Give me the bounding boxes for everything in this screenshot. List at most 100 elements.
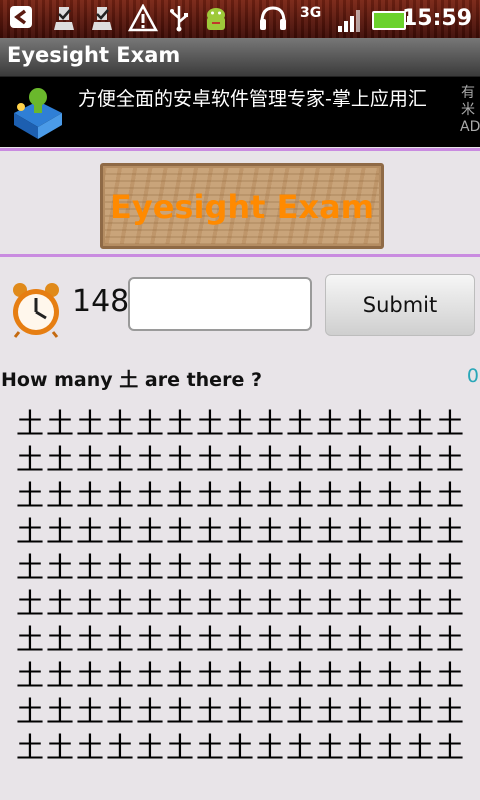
grid-character: 土 [255, 515, 284, 548]
grid-character: 土 [405, 407, 434, 440]
grid-character: 土 [285, 623, 314, 656]
grid-character: 土 [105, 515, 134, 548]
divider-top [0, 148, 480, 151]
grid-character: 土 [345, 515, 374, 548]
grid-row: 土土土土土土土土土土土土土土土 [15, 586, 465, 622]
grid-character: 土 [375, 515, 404, 548]
grid-character: 土 [255, 587, 284, 620]
grid-row: 土土土土土土土土土土土土土土土 [15, 442, 465, 478]
grid-character: 土 [315, 731, 344, 764]
grid-character: 土 [165, 623, 194, 656]
grid-row: 土土土土土土土土土土土土土土土 [15, 622, 465, 658]
grid-character: 土 [435, 587, 464, 620]
grid-character: 土 [345, 551, 374, 584]
grid-character: 土 [345, 587, 374, 620]
grid-character: 土 [135, 623, 164, 656]
grid-character: 土 [15, 407, 44, 440]
grid-character: 土 [75, 551, 104, 584]
grid-character: 土 [435, 515, 464, 548]
grid-character: 土 [45, 587, 74, 620]
grid-character: 土 [105, 623, 134, 656]
countdown-timer: 148 [72, 284, 130, 319]
grid-character: 土 [405, 695, 434, 728]
download-icon [50, 4, 78, 39]
grid-character: 土 [285, 479, 314, 512]
grid-character: 土 [195, 479, 224, 512]
grid-character: 土 [225, 551, 254, 584]
grid-character: 土 [135, 551, 164, 584]
grid-character: 土 [255, 731, 284, 764]
alarm-clock-icon [9, 280, 63, 338]
grid-character: 土 [405, 659, 434, 692]
grid-character: 土 [315, 659, 344, 692]
grid-character: 土 [15, 479, 44, 512]
ad-banner[interactable]: 方便全面的安卓软件管理专家-掌上应用汇 有米AD [0, 77, 480, 147]
grid-character: 土 [225, 407, 254, 440]
grid-character: 土 [105, 407, 134, 440]
grid-character: 土 [75, 587, 104, 620]
grid-character: 土 [195, 695, 224, 728]
grid-character: 土 [405, 587, 434, 620]
grid-character: 土 [195, 659, 224, 692]
grid-character: 土 [345, 443, 374, 476]
grid-character: 土 [195, 587, 224, 620]
usb-icon [168, 4, 190, 39]
grid-character: 土 [285, 659, 314, 692]
grid-character: 土 [135, 479, 164, 512]
grid-character: 土 [405, 731, 434, 764]
grid-character: 土 [75, 623, 104, 656]
grid-character: 土 [345, 659, 374, 692]
grid-row: 土土土土土土土土土土土土土土土 [15, 478, 465, 514]
grid-character: 土 [225, 623, 254, 656]
grid-character: 土 [375, 623, 404, 656]
grid-character: 土 [105, 695, 134, 728]
grid-character: 土 [255, 623, 284, 656]
grid-character: 土 [105, 551, 134, 584]
signal-icon [338, 8, 364, 32]
grid-character: 土 [75, 731, 104, 764]
grid-character: 土 [405, 551, 434, 584]
grid-character: 土 [105, 731, 134, 764]
grid-character: 土 [225, 659, 254, 692]
ad-brand-label: 有米AD [460, 85, 480, 135]
download-icon [88, 4, 116, 39]
grid-character: 土 [435, 623, 464, 656]
status-bar: 3G 15:59 [0, 0, 480, 38]
grid-character: 土 [15, 695, 44, 728]
grid-character: 土 [315, 551, 344, 584]
grid-character: 土 [165, 407, 194, 440]
grid-character: 土 [435, 731, 464, 764]
answer-input[interactable] [128, 277, 312, 331]
grid-character: 土 [45, 623, 74, 656]
grid-character: 土 [345, 695, 374, 728]
grid-character: 土 [285, 551, 314, 584]
grid-character: 土 [285, 587, 314, 620]
grid-character: 土 [435, 551, 464, 584]
grid-character: 土 [165, 551, 194, 584]
grid-character: 土 [195, 551, 224, 584]
grid-character: 土 [375, 587, 404, 620]
grid-character: 土 [405, 443, 434, 476]
grid-character: 土 [165, 695, 194, 728]
grid-row: 土土土土土土土土土土土土土土土 [15, 514, 465, 550]
grid-character: 土 [315, 479, 344, 512]
grid-character: 土 [135, 731, 164, 764]
grid-character: 土 [75, 443, 104, 476]
grid-character: 土 [315, 695, 344, 728]
grid-character: 土 [405, 515, 434, 548]
grid-character: 土 [345, 731, 374, 764]
grid-character: 土 [255, 659, 284, 692]
score-counter: 0 [466, 365, 479, 387]
grid-character: 土 [45, 731, 74, 764]
grid-character: 土 [285, 407, 314, 440]
warning-icon [127, 3, 159, 39]
grid-character: 土 [225, 731, 254, 764]
grid-character: 土 [195, 407, 224, 440]
grid-character: 土 [315, 407, 344, 440]
grid-character: 土 [135, 659, 164, 692]
grid-character: 土 [195, 515, 224, 548]
grid-character: 土 [255, 443, 284, 476]
grid-character: 土 [165, 731, 194, 764]
submit-button[interactable]: Submit [325, 274, 475, 336]
grid-row: 土土土土土土土土土土土土土土土 [15, 658, 465, 694]
